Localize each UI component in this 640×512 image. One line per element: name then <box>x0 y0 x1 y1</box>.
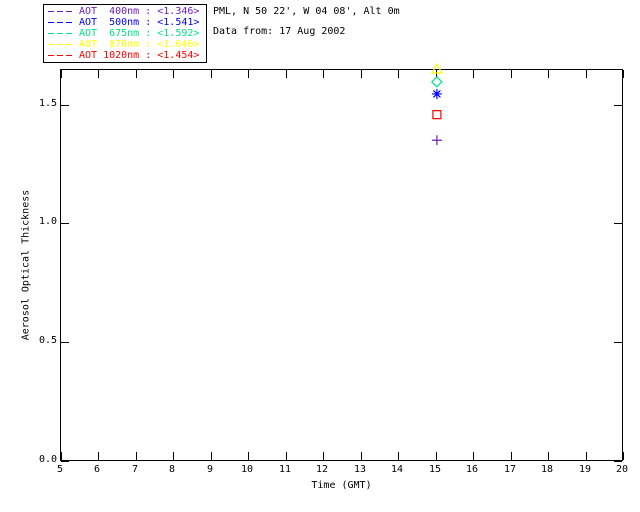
x-tick <box>623 70 624 78</box>
legend-dash-line <box>48 55 74 56</box>
x-tick-label: 13 <box>353 464 367 475</box>
x-tick-label: 10 <box>240 464 254 475</box>
data-markers-layer <box>430 62 443 146</box>
marker-aot-1020nm <box>432 110 442 120</box>
figure: AOT 400nm : <1.346> AOT 500nm : <1.541> AO… <box>0 0 640 512</box>
legend-item-label: AOT 500nm : <1.541> <box>79 17 200 28</box>
y-axis-title: Aerosol Optical Thickness <box>20 189 32 341</box>
x-tick-label: 11 <box>278 464 292 475</box>
x-axis-title: Time (GMT) <box>311 480 372 491</box>
marker-aot-870nm <box>430 62 443 74</box>
legend-item: AOT 870nm : <1.646> <box>48 39 206 50</box>
legend-item-label: AOT 1020nm : <1.454> <box>79 50 200 61</box>
x-tick-label: 15 <box>428 464 442 475</box>
x-tick-label: 8 <box>168 464 176 475</box>
y-tick <box>614 461 622 462</box>
legend-item: AOT 675nm : <1.592> <box>48 28 206 39</box>
x-tick-label: 14 <box>390 464 404 475</box>
x-tick-label: 6 <box>93 464 101 475</box>
x-tick-label: 12 <box>315 464 329 475</box>
y-tick <box>61 461 69 462</box>
marker-aot-400nm <box>431 135 442 146</box>
y-tick-label: 1.0 <box>38 216 57 227</box>
x-tick-label: 16 <box>465 464 479 475</box>
legend-item: AOT 500nm : <1.541> <box>48 17 206 28</box>
x-tick-label: 19 <box>578 464 592 475</box>
y-tick-label: 1.5 <box>38 98 57 109</box>
legend-item: AOT 1020nm : <1.454> <box>48 50 206 61</box>
marker-aot-675nm <box>431 75 443 88</box>
x-tick-label: 20 <box>615 464 629 475</box>
x-tick-label: 9 <box>206 464 214 475</box>
site-header: PML, N 50 22', W 04 08', Alt 0m <box>213 6 400 17</box>
legend-dash-line <box>48 33 74 34</box>
x-tick-label: 18 <box>540 464 554 475</box>
legend: AOT 400nm : <1.346> AOT 500nm : <1.541> AO… <box>43 4 207 63</box>
legend-dash-line <box>48 22 74 23</box>
legend-item-label: AOT 675nm : <1.592> <box>79 28 200 39</box>
x-tick <box>623 452 624 460</box>
legend-dash-line <box>48 44 74 45</box>
legend-dash-line <box>48 11 74 12</box>
marker-aot-500nm <box>431 88 442 99</box>
x-tick-label: 5 <box>56 464 64 475</box>
legend-item: AOT 400nm : <1.346> <box>48 6 206 17</box>
y-tick-label: 0.5 <box>38 335 57 346</box>
y-tick-label: 0.0 <box>38 454 57 465</box>
legend-item-label: AOT 870nm : <1.646> <box>79 39 200 50</box>
x-tick-label: 17 <box>503 464 517 475</box>
date-header: Data from: 17 Aug 2002 <box>213 26 346 37</box>
x-tick-label: 7 <box>131 464 139 475</box>
legend-item-label: AOT 400nm : <1.346> <box>79 6 200 17</box>
